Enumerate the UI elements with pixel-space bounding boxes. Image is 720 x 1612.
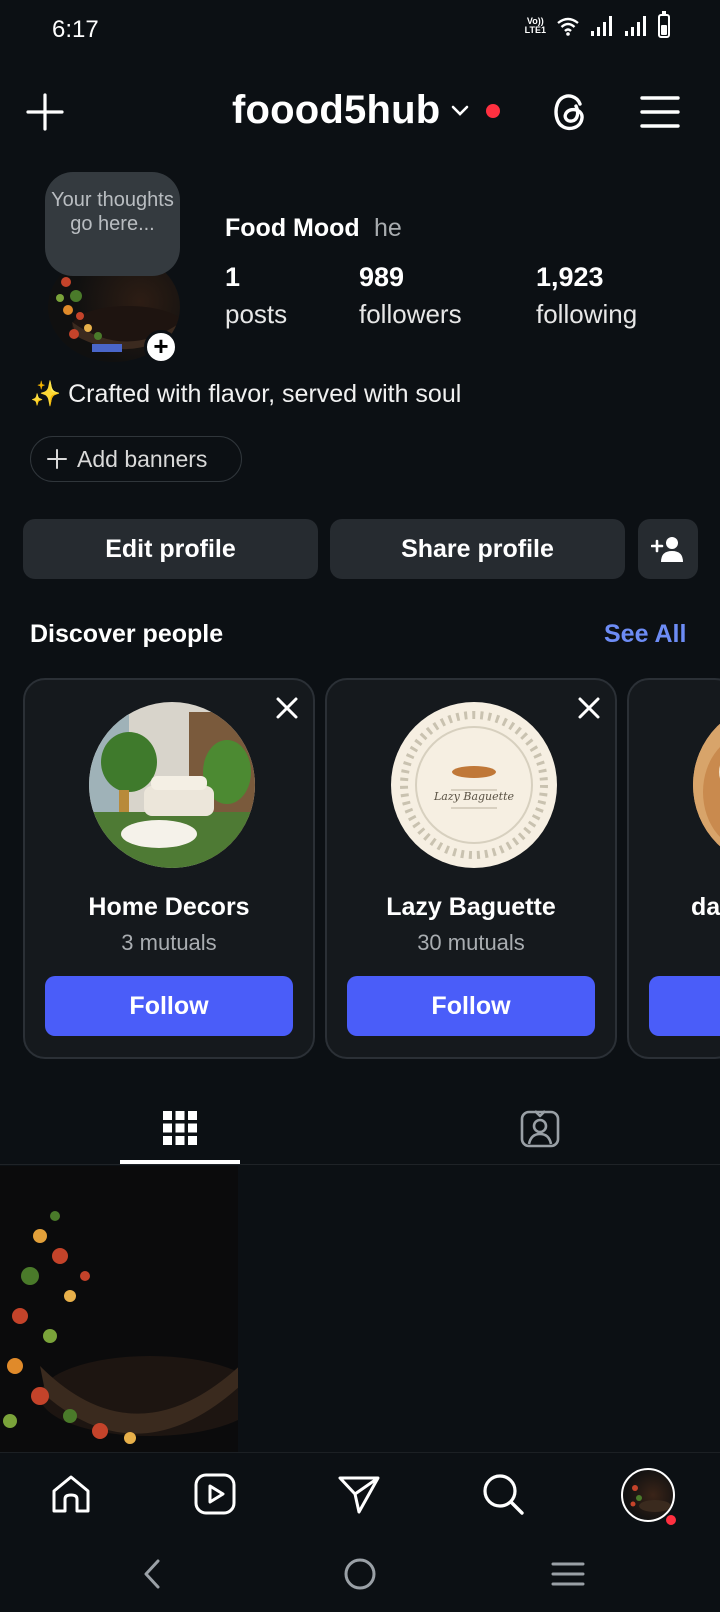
nav-home[interactable] [46, 1469, 96, 1519]
close-icon[interactable] [575, 694, 603, 722]
signal-icon-1 [591, 16, 612, 36]
recents-icon [551, 1562, 585, 1586]
account-switcher[interactable]: foood5hub [232, 88, 501, 133]
username-title: foood5hub [232, 88, 441, 132]
create-plus-icon[interactable] [26, 93, 64, 131]
stat-value: 1 [225, 262, 241, 292]
nav-reels[interactable] [190, 1469, 240, 1519]
tab-grid[interactable] [120, 1092, 240, 1164]
stat-value: 1,923 [536, 262, 604, 292]
bio-text: ✨ Crafted with flavor, served with soul [30, 380, 462, 408]
follow-button[interactable]: Follow [45, 976, 293, 1036]
status-icons: Vo)) LTE1 [524, 11, 670, 38]
post-thumbnail[interactable] [0, 1166, 238, 1454]
follow-button[interactable]: Follow [347, 976, 595, 1036]
battery-icon [658, 11, 670, 38]
discover-title: Discover people [30, 620, 224, 648]
edit-profile-button[interactable]: Edit profile [23, 519, 318, 579]
nav-search[interactable] [478, 1469, 528, 1519]
suggestion-card: Home Decors 3 mutuals Follow [23, 678, 315, 1059]
chevron-down-icon [452, 105, 469, 116]
cat-image [693, 702, 720, 868]
nav-messages[interactable] [334, 1469, 384, 1519]
wifi-icon [557, 17, 579, 36]
signal-icon-2 [625, 16, 646, 36]
food-wok-image [0, 1166, 238, 1454]
suggestion-name[interactable]: Lazy Baguette [327, 893, 615, 922]
stat-followers[interactable]: 989 followers [359, 262, 462, 330]
suggestion-card: Lazy Baguette Lazy Baguette 30 mutuals F… [325, 678, 617, 1059]
search-icon [483, 1474, 524, 1515]
notification-dot [664, 1513, 678, 1527]
system-home-button[interactable] [340, 1554, 380, 1594]
tab-tagged[interactable] [500, 1092, 580, 1164]
grid-icon [163, 1111, 197, 1145]
share-profile-button[interactable]: Share profile [330, 519, 625, 579]
stat-label: following [536, 299, 638, 329]
system-back-button[interactable] [132, 1554, 172, 1594]
tab-divider [0, 1164, 720, 1165]
home-circle-icon [344, 1558, 376, 1590]
pronouns: he [374, 214, 402, 242]
see-all-link[interactable]: See All [604, 620, 686, 649]
system-recents-button[interactable] [548, 1554, 588, 1594]
display-name: Food Mood [225, 214, 360, 242]
system-nav-bar [0, 1536, 720, 1612]
stat-posts[interactable]: 1 posts [225, 262, 287, 330]
note-bubble[interactable]: Your thoughts go here... [45, 172, 180, 276]
add-banners-button[interactable]: Add banners [30, 436, 242, 482]
back-chevron-icon [144, 1559, 160, 1589]
bottom-nav [0, 1452, 720, 1536]
suggestion-name[interactable]: Home Decors [25, 893, 313, 922]
home-decor-image [89, 702, 255, 868]
stat-label: posts [225, 299, 288, 329]
suggestion-avatar[interactable] [693, 702, 720, 868]
status-time: 6:17 [52, 16, 99, 43]
send-icon [338, 1476, 380, 1514]
discover-people-button[interactable] [638, 519, 698, 579]
reels-icon [194, 1473, 236, 1515]
suggestion-avatar[interactable]: Lazy Baguette [391, 702, 557, 868]
suggestion-mutuals: 30 mutuals [417, 930, 525, 955]
close-icon[interactable] [273, 694, 301, 722]
home-icon [52, 1475, 90, 1513]
threads-icon[interactable] [548, 90, 592, 134]
logo-text: Lazy Baguette [434, 790, 514, 803]
plus-icon [47, 449, 67, 469]
volte-indicator: Vo)) LTE1 [524, 16, 546, 35]
menu-icon[interactable] [640, 94, 680, 130]
lazy-baguette-logo [400, 711, 548, 859]
add-person-icon [651, 537, 683, 562]
suggestion-mutuals: 3 mutuals [121, 930, 217, 955]
stat-label: followers [359, 299, 462, 329]
suggestion-avatar[interactable] [89, 702, 255, 868]
add-story-button[interactable]: + [144, 330, 178, 364]
add-banners-label: Add banners [77, 445, 208, 472]
stat-following[interactable]: 1,923 following [536, 262, 637, 330]
follow-button[interactable] [649, 976, 720, 1036]
tagged-person-icon [520, 1110, 560, 1148]
stat-value: 989 [359, 262, 405, 292]
suggestion-card: da [627, 678, 720, 1059]
notification-dot [486, 103, 501, 118]
suggestion-name[interactable]: da [691, 893, 720, 922]
